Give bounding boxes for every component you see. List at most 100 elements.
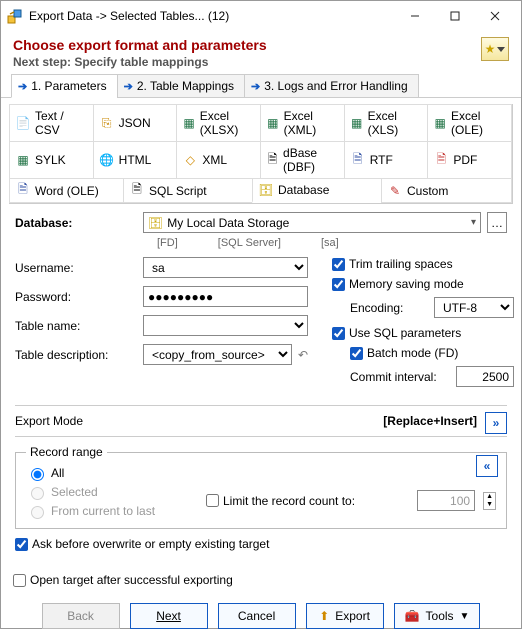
arrow-right-icon: ➔: [124, 80, 133, 93]
hint-user: [sa]: [321, 237, 339, 249]
maximize-button[interactable]: [435, 1, 475, 31]
excel-icon: ▦: [351, 116, 363, 130]
format-word-ole[interactable]: 🗎Word (OLE): [9, 178, 124, 203]
dbase-icon: 🗎: [267, 153, 278, 167]
database-browse-button[interactable]: …: [487, 212, 507, 233]
range-current-radio[interactable]: From current to last: [26, 503, 186, 519]
sql-icon: 🗎: [130, 184, 144, 198]
record-range-group: Record range « All Selected From current…: [15, 445, 507, 529]
database-icon: 🗄: [259, 183, 273, 197]
sylk-icon: ▦: [16, 153, 30, 167]
tab-parameters[interactable]: ➔ 1. Parameters: [11, 74, 118, 98]
format-sql-script[interactable]: 🗎SQL Script: [123, 178, 253, 203]
sqlparams-checkbox[interactable]: Use SQL parameters: [332, 326, 514, 340]
export-icon: ⬆: [319, 609, 329, 623]
range-all-radio[interactable]: All: [26, 465, 186, 481]
cancel-button[interactable]: Cancel: [218, 603, 296, 629]
tab-logs[interactable]: ➔ 3. Logs and Error Handling: [244, 74, 419, 98]
html-icon: 🌐: [100, 153, 114, 167]
tab-label: 1. Parameters: [31, 79, 106, 93]
wizard-tabs: ➔ 1. Parameters ➔ 2. Table Mappings ➔ 3.…: [1, 73, 521, 98]
star-icon: ★: [485, 42, 496, 56]
record-range-legend: Record range: [26, 445, 107, 459]
excel-icon: ▦: [267, 116, 279, 130]
tab-label: 3. Logs and Error Handling: [264, 79, 407, 93]
format-pdf[interactable]: 🗎PDF: [427, 141, 512, 179]
trim-checkbox[interactable]: Trim trailing spaces: [332, 257, 514, 271]
chevron-down-icon: [497, 47, 505, 52]
encoding-select[interactable]: UTF-8: [434, 297, 514, 318]
tablename-select[interactable]: [143, 315, 308, 336]
chevron-down-icon: ▾: [471, 217, 476, 228]
format-excel-xlsx[interactable]: ▦Excel (XLSX): [176, 104, 261, 142]
limit-field[interactable]: [417, 490, 475, 511]
tab-label: 2. Table Mappings: [137, 79, 234, 93]
title-bar: Export Data -> Selected Tables... (12): [1, 1, 521, 31]
password-field[interactable]: [143, 286, 308, 307]
batch-checkbox[interactable]: Batch mode (FD): [350, 346, 514, 360]
format-dbase[interactable]: 🗎dBase (DBF): [260, 141, 345, 179]
page-header: Choose export format and parameters Next…: [1, 31, 521, 73]
export-mode-expand-button[interactable]: »: [485, 412, 507, 434]
tabledesc-label: Table description:: [15, 348, 137, 362]
minimize-button[interactable]: [395, 1, 435, 31]
memory-checkbox[interactable]: Memory saving mode: [332, 277, 514, 291]
limit-up[interactable]: ▲: [484, 493, 495, 501]
database-hints: [FD] [SQL Server] [sa]: [15, 237, 507, 249]
back-button[interactable]: Back: [42, 603, 120, 629]
format-excel-xml[interactable]: ▦Excel (XML): [260, 104, 345, 142]
format-custom[interactable]: ✎Custom: [381, 178, 512, 203]
range-selected-radio[interactable]: Selected: [26, 484, 186, 500]
ask-overwrite-checkbox[interactable]: Ask before overwrite or empty existing t…: [15, 537, 507, 551]
tab-table-mappings[interactable]: ➔ 2. Table Mappings: [117, 74, 245, 98]
format-excel-xls[interactable]: ▦Excel (XLS): [344, 104, 429, 142]
limit-checkbox[interactable]: Limit the record count to:: [206, 494, 355, 508]
file-text-icon: 📄: [16, 116, 30, 130]
chevron-down-icon: ▼: [460, 611, 470, 622]
page-subtitle: Next step: Specify table mappings: [13, 55, 481, 69]
next-button[interactable]: Next: [130, 603, 208, 629]
xml-icon: ◇: [183, 153, 197, 167]
encoding-label: Encoding:: [350, 301, 428, 315]
password-label: Password:: [15, 290, 137, 304]
hint-server: [SQL Server]: [218, 237, 281, 249]
format-xml[interactable]: ◇XML: [176, 141, 261, 179]
username-select[interactable]: sa: [143, 257, 308, 278]
format-database[interactable]: 🗄Database: [252, 178, 382, 203]
limit-down[interactable]: ▼: [484, 501, 495, 509]
favorites-button[interactable]: ★: [481, 37, 509, 61]
commit-label: Commit interval:: [350, 370, 450, 384]
json-icon: ⎘: [100, 116, 114, 130]
pdf-icon: 🗎: [434, 153, 448, 167]
format-text-csv[interactable]: 📄Text / CSV: [9, 104, 94, 142]
open-after-checkbox[interactable]: Open target after successful exporting: [13, 573, 509, 587]
database-icon: 🗄: [148, 216, 163, 230]
format-json[interactable]: ⎘JSON: [93, 104, 178, 142]
export-button[interactable]: ⬆ Export: [306, 603, 384, 629]
arrow-right-icon: ➔: [251, 80, 260, 93]
excel-icon: ▦: [183, 116, 194, 130]
hint-driver: [FD]: [157, 237, 178, 249]
arrow-right-icon: ➔: [18, 80, 27, 93]
format-sylk[interactable]: ▦SYLK: [9, 141, 94, 179]
commit-field[interactable]: [456, 366, 514, 387]
database-value: My Local Data Storage: [167, 216, 471, 230]
close-button[interactable]: [475, 1, 515, 31]
tabledesc-select[interactable]: <copy_from_source>: [143, 344, 292, 365]
excel-icon: ▦: [434, 116, 446, 130]
format-rtf[interactable]: 🗎RTF: [344, 141, 429, 179]
tools-button[interactable]: 🧰 Tools ▼: [394, 603, 481, 629]
page-title: Choose export format and parameters: [13, 37, 481, 53]
format-excel-ole[interactable]: ▦Excel (OLE): [427, 104, 512, 142]
word-icon: 🗎: [16, 184, 30, 198]
format-tabs: 📄Text / CSV ⎘JSON ▦Excel (XLSX) ▦Excel (…: [9, 104, 513, 204]
toolbox-icon: 🧰: [405, 609, 420, 623]
rtf-icon: 🗎: [351, 153, 365, 167]
database-label: Database:: [15, 216, 137, 230]
database-select[interactable]: 🗄 My Local Data Storage ▾: [143, 212, 481, 233]
export-mode-label: Export Mode: [15, 414, 83, 428]
revert-icon[interactable]: ↶: [298, 348, 308, 362]
record-range-collapse-button[interactable]: «: [476, 455, 498, 477]
format-html[interactable]: 🌐HTML: [93, 141, 178, 179]
tablename-label: Table name:: [15, 319, 137, 333]
